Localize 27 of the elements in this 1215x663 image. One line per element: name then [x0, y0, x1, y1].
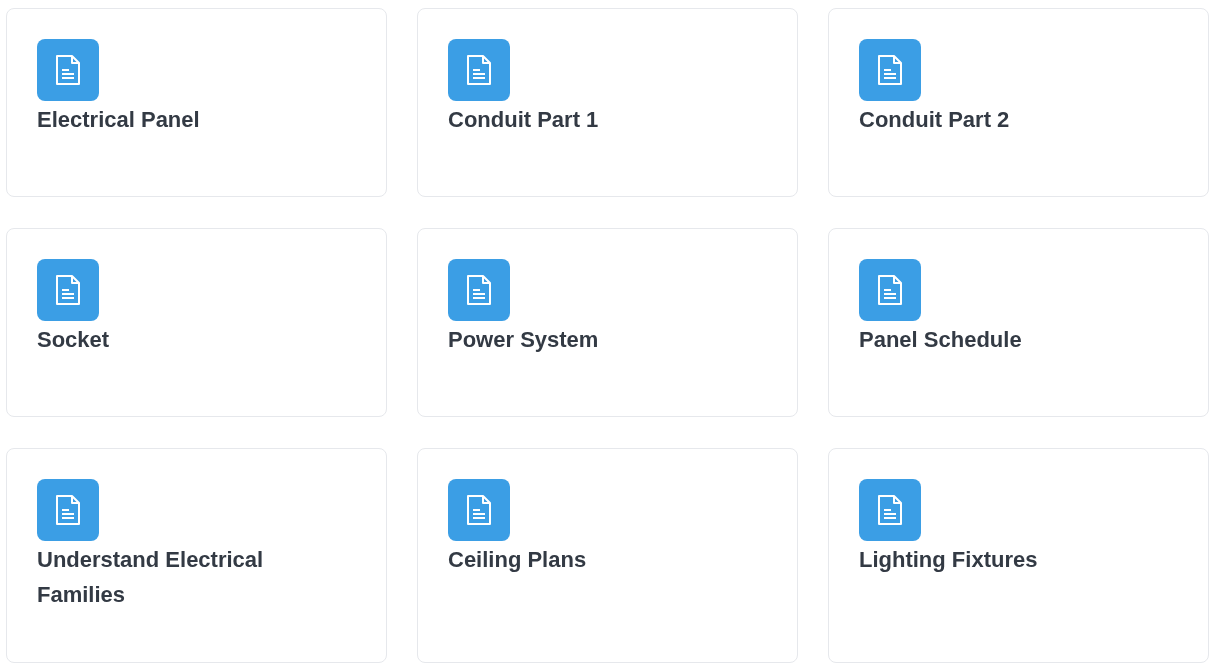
document-icon: [448, 479, 510, 541]
course-card[interactable]: Understand Electrical Families: [6, 448, 387, 663]
card-title: Socket: [37, 326, 111, 354]
course-card[interactable]: Socket: [6, 228, 387, 417]
course-card[interactable]: Panel Schedule: [828, 228, 1209, 417]
card-title: Panel Schedule: [859, 326, 1023, 354]
card-title: Power System: [448, 326, 600, 354]
course-card[interactable]: Conduit Part 1: [417, 8, 798, 197]
document-icon: [859, 39, 921, 101]
document-icon: [448, 39, 510, 101]
document-icon: [37, 39, 99, 101]
document-icon: [859, 259, 921, 321]
course-card[interactable]: Lighting Fixtures: [828, 448, 1209, 663]
document-icon: [859, 479, 921, 541]
card-title: Understand Electrical Families: [37, 546, 265, 609]
course-card[interactable]: Electrical Panel: [6, 8, 387, 197]
document-icon: [448, 259, 510, 321]
card-title: Conduit Part 2: [859, 106, 1011, 134]
card-title: Electrical Panel: [37, 106, 201, 134]
card-title: Ceiling Plans: [448, 546, 588, 574]
course-card[interactable]: Power System: [417, 228, 798, 417]
document-icon: [37, 259, 99, 321]
course-card[interactable]: Conduit Part 2: [828, 8, 1209, 197]
card-title: Conduit Part 1: [448, 106, 600, 134]
course-card[interactable]: Ceiling Plans: [417, 448, 798, 663]
card-title: Lighting Fixtures: [859, 546, 1039, 574]
document-icon: [37, 479, 99, 541]
